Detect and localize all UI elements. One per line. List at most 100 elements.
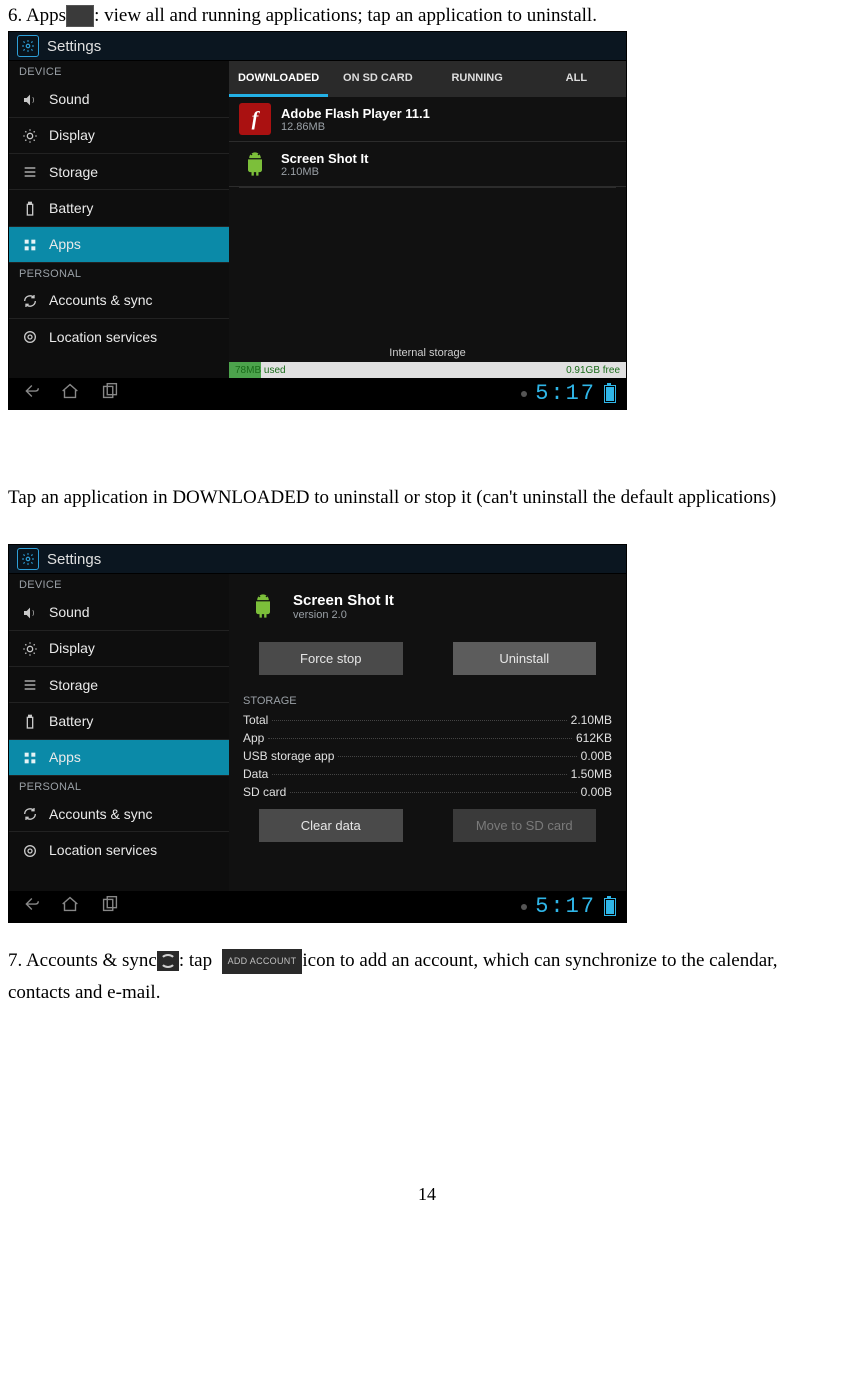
sidebar-item-storage[interactable]: Storage <box>9 154 229 190</box>
storage-free: 0.91GB free <box>560 365 626 376</box>
battery-status-icon <box>604 385 616 403</box>
battery-icon <box>21 712 39 729</box>
sidebar-item-label: Accounts & sync <box>49 806 153 822</box>
sidebar-item-apps[interactable]: Apps <box>9 740 229 776</box>
app-size: 12.86MB <box>281 121 430 133</box>
text: : tap <box>179 945 217 976</box>
navigation-bar: 5:17 <box>9 891 626 922</box>
tab-downloaded[interactable]: DOWNLOADED <box>229 61 328 97</box>
uninstall-button[interactable]: Uninstall <box>453 642 597 675</box>
sidebar-item-label: Sound <box>49 91 89 107</box>
sidebar-item-location[interactable]: Location services <box>9 832 229 867</box>
apps-icon <box>66 5 94 27</box>
sync-icon <box>21 292 39 309</box>
speaker-icon <box>21 603 39 620</box>
paragraph: Tap an application in DOWNLOADED to unin… <box>8 480 846 516</box>
settings-sidebar: DEVICE Sound Display Storage Battery <box>9 574 229 891</box>
force-stop-button[interactable]: Force stop <box>259 642 403 675</box>
sidebar-item-battery[interactable]: Battery <box>9 190 229 226</box>
page-title: Settings <box>47 551 101 568</box>
sidebar-item-display[interactable]: Display <box>9 631 229 667</box>
sidebar-item-battery[interactable]: Battery <box>9 703 229 739</box>
sidebar-item-sound[interactable]: Sound <box>9 81 229 117</box>
sidebar-item-label: Battery <box>49 200 93 216</box>
app-version: version 2.0 <box>293 609 394 621</box>
settings-sidebar: DEVICE Sound Display Storage Battery <box>9 61 229 378</box>
kv-row: SD card0.00B <box>229 783 626 801</box>
android-icon <box>239 148 271 180</box>
app-name: Screen Shot It <box>281 151 368 166</box>
clear-data-button[interactable]: Clear data <box>259 809 403 842</box>
text: : view all and running applications; tap… <box>94 0 597 31</box>
app-name: Adobe Flash Player 11.1 <box>281 106 430 121</box>
flash-icon: f <box>239 103 271 135</box>
navigation-bar: 5:17 <box>9 378 626 409</box>
sync-icon <box>21 805 39 822</box>
sidebar-item-accounts[interactable]: Accounts & sync <box>9 283 229 319</box>
storage-label: Internal storage <box>229 344 626 362</box>
tab-running[interactable]: RUNNING <box>428 61 527 97</box>
apps-tabs: DOWNLOADED ON SD CARD RUNNING ALL <box>229 61 626 97</box>
tab-all[interactable]: ALL <box>527 61 626 97</box>
back-icon[interactable] <box>19 380 41 408</box>
storage-bar: 78MB used 0.91GB free <box>229 362 626 378</box>
kv-row: USB storage app0.00B <box>229 747 626 765</box>
app-size: 2.10MB <box>281 166 368 178</box>
storage-header: STORAGE <box>229 689 626 711</box>
sidebar-item-label: Storage <box>49 164 98 180</box>
clock: 5:17 <box>535 381 596 406</box>
text: icon to add an account, which can synchr… <box>302 945 777 976</box>
notification-dot-icon[interactable] <box>521 391 527 397</box>
recent-icon[interactable] <box>99 380 121 408</box>
home-icon[interactable] <box>59 893 81 921</box>
sidebar-item-label: Location services <box>49 329 157 345</box>
location-icon <box>21 328 39 345</box>
tab-on-sd-card[interactable]: ON SD CARD <box>328 61 427 97</box>
sidebar-item-apps[interactable]: Apps <box>9 227 229 263</box>
storage-icon <box>21 676 39 693</box>
back-icon[interactable] <box>19 893 41 921</box>
sidebar-item-storage[interactable]: Storage <box>9 667 229 703</box>
section-header-device: DEVICE <box>9 574 229 594</box>
sync-icon <box>157 951 179 971</box>
section-header-personal: PERSONAL <box>9 776 229 796</box>
screenshot-app-detail: Settings DEVICE Sound Display Storage <box>8 544 627 923</box>
sidebar-item-label: Display <box>49 127 95 143</box>
home-icon[interactable] <box>59 380 81 408</box>
apps-grid-icon <box>21 749 39 766</box>
app-row[interactable]: f Adobe Flash Player 11.1 12.86MB <box>229 97 626 142</box>
settings-topbar: Settings <box>9 545 626 574</box>
sidebar-item-display[interactable]: Display <box>9 118 229 154</box>
brightness-icon <box>21 640 39 657</box>
section-header-personal: PERSONAL <box>9 263 229 283</box>
sidebar-item-location[interactable]: Location services <box>9 319 229 354</box>
page-number: 14 <box>8 1008 846 1205</box>
app-name: Screen Shot It <box>293 592 394 609</box>
settings-topbar: Settings <box>9 32 626 61</box>
sidebar-item-label: Battery <box>49 713 93 729</box>
battery-status-icon <box>604 898 616 916</box>
text: contacts and e-mail. <box>8 977 846 1008</box>
move-to-sd-button[interactable]: Move to SD card <box>453 809 597 842</box>
recent-icon[interactable] <box>99 893 121 921</box>
sidebar-item-label: Display <box>49 640 95 656</box>
speaker-icon <box>21 90 39 107</box>
sidebar-item-sound[interactable]: Sound <box>9 594 229 630</box>
section-header-device: DEVICE <box>9 61 229 81</box>
screenshot-apps-list: Settings DEVICE Sound Display Storage <box>8 31 627 410</box>
apps-grid-icon <box>21 236 39 253</box>
sidebar-item-label: Accounts & sync <box>49 292 153 308</box>
location-icon <box>21 841 39 858</box>
text: 7. Accounts & sync <box>8 945 157 976</box>
sidebar-item-label: Apps <box>49 236 81 252</box>
add-account-icon: ADD ACCOUNT <box>222 949 303 974</box>
brightness-icon <box>21 127 39 144</box>
notification-dot-icon[interactable] <box>521 904 527 910</box>
sidebar-item-label: Apps <box>49 749 81 765</box>
kv-row: Total2.10MB <box>229 711 626 729</box>
text: 6. Apps <box>8 0 66 31</box>
app-row[interactable]: Screen Shot It 2.10MB <box>229 142 626 187</box>
gear-icon <box>17 548 39 570</box>
page-title: Settings <box>47 38 101 55</box>
sidebar-item-accounts[interactable]: Accounts & sync <box>9 796 229 832</box>
